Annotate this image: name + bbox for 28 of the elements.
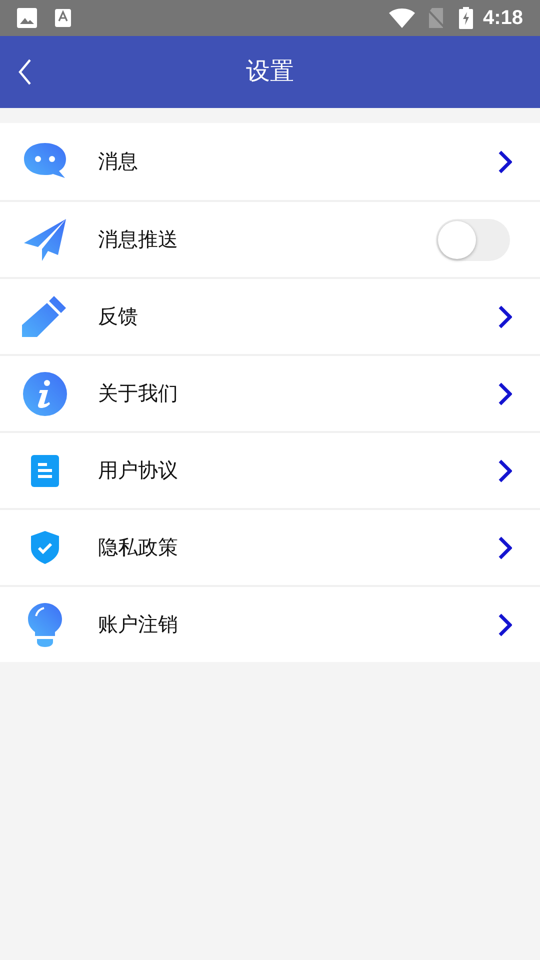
- chevron-right-icon: [498, 458, 512, 482]
- toggle-switch[interactable]: [436, 218, 510, 260]
- light-bulb-icon: [27, 602, 63, 648]
- document-icon: [31, 454, 59, 486]
- chevron-right-icon: [498, 382, 512, 406]
- pencil-icon: [22, 294, 68, 340]
- chevron-right-icon: [498, 304, 512, 328]
- chevron-right-icon: [498, 612, 512, 636]
- row-label: 消息: [98, 150, 139, 174]
- row-label: 消息推送: [98, 228, 179, 252]
- row-label: 关于我们: [98, 382, 179, 406]
- row-label: 反馈: [98, 304, 139, 330]
- battery-charging-icon: [458, 7, 473, 29]
- clock-time: 4:18: [482, 6, 523, 31]
- page-title: 设置: [246, 57, 294, 87]
- info-icon: [22, 370, 68, 416]
- toggle-thumb: [438, 220, 476, 258]
- no-sim-icon: [426, 8, 445, 28]
- row-label: 隐私政策: [98, 536, 179, 560]
- row-label: 用户协议: [98, 458, 179, 484]
- chevron-right-icon: [498, 150, 512, 174]
- wifi-icon: [388, 8, 415, 28]
- font-icon: [55, 9, 71, 27]
- image-icon: [17, 8, 37, 28]
- chevron-right-icon: [498, 536, 512, 560]
- paper-plane-icon: [22, 216, 68, 262]
- row-label: 账户注销: [98, 612, 179, 638]
- shield-check-icon: [31, 531, 59, 564]
